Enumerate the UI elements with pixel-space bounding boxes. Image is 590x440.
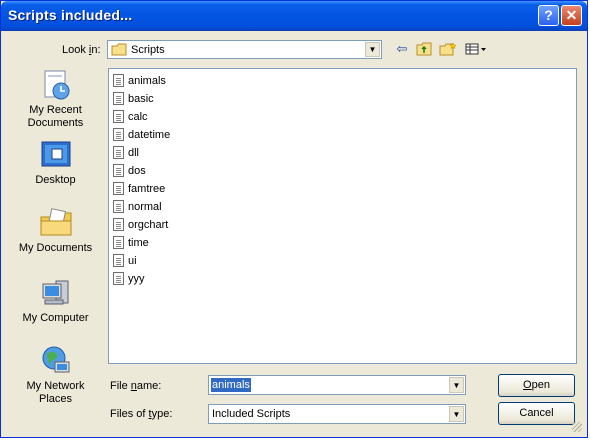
script-file-icon: [113, 110, 124, 123]
place-my-network[interactable]: My Network Places: [9, 345, 102, 406]
help-button[interactable]: ?: [538, 5, 559, 26]
list-item[interactable]: animals: [113, 72, 166, 89]
script-file-icon: [113, 236, 124, 249]
list-item[interactable]: calc: [113, 108, 148, 125]
list-item[interactable]: datetime: [113, 126, 170, 143]
cancel-button[interactable]: Cancel: [498, 402, 575, 425]
script-file-icon: [113, 128, 124, 141]
file-name-input[interactable]: animals ▼: [208, 375, 466, 395]
list-item[interactable]: yyy: [113, 270, 145, 287]
chevron-down-icon[interactable]: ▼: [449, 406, 464, 422]
desktop-icon: [41, 141, 70, 167]
list-item[interactable]: normal: [113, 198, 162, 215]
script-file-icon: [113, 74, 124, 87]
file-name-value: animals: [211, 378, 251, 392]
list-item[interactable]: orgchart: [113, 216, 168, 233]
dialog-body: Look in: Scripts ▼ ⇦ My Recent Documents…: [4, 31, 584, 436]
look-in-label: Look in:: [62, 44, 101, 56]
list-item[interactable]: dll: [113, 144, 139, 161]
window-title: Scripts included...: [8, 7, 133, 23]
list-item[interactable]: time: [113, 234, 149, 251]
script-file-icon: [113, 218, 124, 231]
script-file-icon: [113, 254, 124, 267]
recent-documents-icon: [44, 70, 69, 100]
my-computer-icon: [42, 280, 68, 305]
file-type-value: Included Scripts: [212, 408, 291, 420]
folder-icon: [111, 43, 127, 56]
list-item[interactable]: ui: [113, 252, 137, 269]
file-list[interactable]: animals basic calc datetime dll dos famt…: [108, 68, 577, 364]
open-dialog: Scripts included... ? ✕ Look in: Scripts…: [0, 0, 588, 438]
script-file-icon: [113, 146, 124, 159]
list-item[interactable]: famtree: [113, 180, 165, 197]
script-file-icon: [113, 182, 124, 195]
open-button[interactable]: Open: [498, 374, 575, 397]
chevron-down-icon[interactable]: ▼: [365, 42, 380, 57]
new-folder-icon[interactable]: [438, 40, 458, 58]
my-documents-icon: [40, 208, 71, 236]
place-my-computer[interactable]: My Computer: [9, 277, 102, 325]
list-item[interactable]: dos: [113, 162, 146, 179]
script-file-icon: [113, 200, 124, 213]
script-file-icon: [113, 164, 124, 177]
file-type-select[interactable]: Included Scripts ▼: [208, 404, 466, 424]
place-my-documents[interactable]: My Documents: [9, 207, 102, 255]
up-folder-icon[interactable]: [415, 40, 433, 58]
file-type-label: Files of type:: [110, 408, 173, 420]
title-bar[interactable]: Scripts included... ? ✕: [1, 1, 587, 31]
back-arrow-icon[interactable]: ⇦: [393, 40, 411, 58]
place-desktop[interactable]: Desktop: [9, 139, 102, 187]
look-in-value: Scripts: [131, 43, 165, 56]
network-places-icon: [42, 346, 69, 373]
views-menu-icon[interactable]: [464, 40, 488, 58]
script-file-icon: [113, 272, 124, 285]
file-name-label: File name:: [110, 380, 162, 392]
chevron-down-icon[interactable]: ▼: [449, 377, 464, 393]
place-recent-documents[interactable]: My Recent Documents: [9, 69, 102, 130]
places-bar: My Recent Documents Desktop My Documents: [9, 69, 102, 436]
script-file-icon: [113, 92, 124, 105]
resize-grip[interactable]: [572, 422, 582, 432]
list-item[interactable]: basic: [113, 90, 154, 107]
close-button[interactable]: ✕: [561, 5, 582, 26]
look-in-combo[interactable]: Scripts ▼: [107, 40, 382, 59]
